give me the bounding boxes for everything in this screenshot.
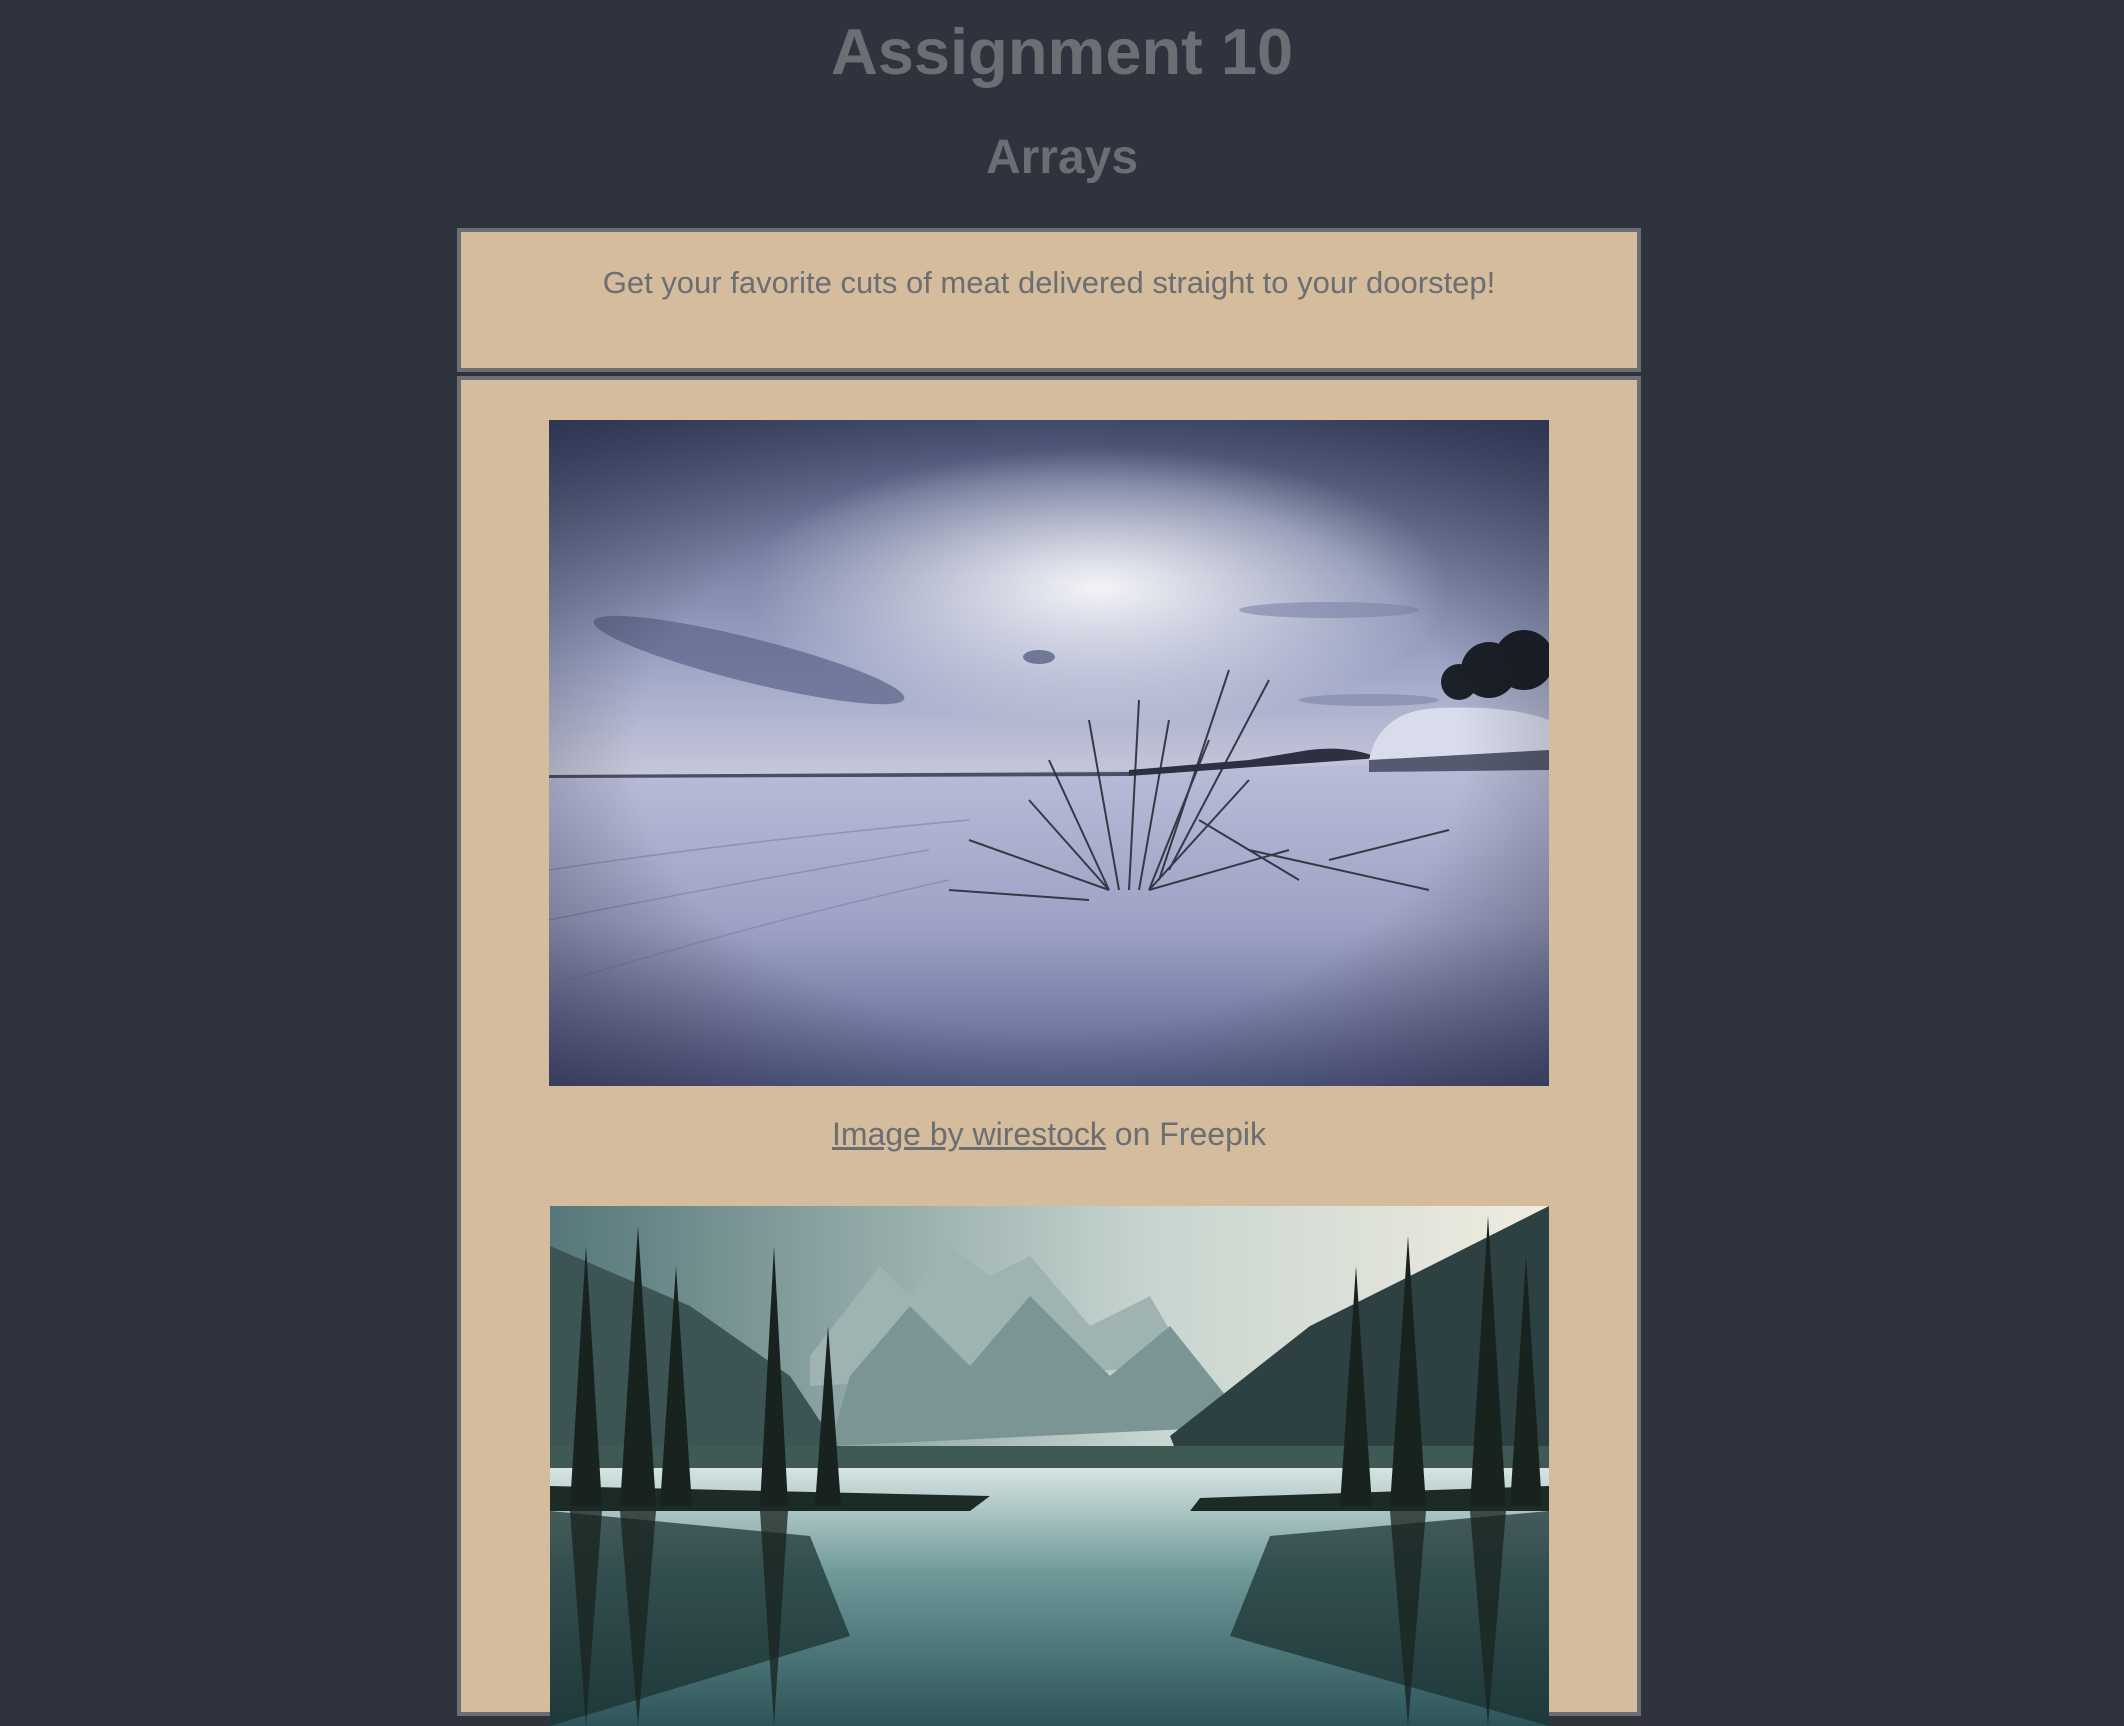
winter-landscape-image [549, 420, 1549, 1086]
promo-banner: Get your favorite cuts of meat delivered… [457, 228, 1641, 372]
image-credit-link[interactable]: Image by wirestock [832, 1116, 1106, 1152]
image-gallery: Image by wirestock on Freepik [457, 376, 1641, 1726]
page-subtitle: Arrays [985, 131, 1139, 184]
mountain-lake-image [550, 1206, 1549, 1726]
image-credit: Image by wirestock on Freepik [461, 1116, 1637, 1153]
banner-text: Get your favorite cuts of meat delivered… [602, 264, 1496, 300]
page-title: Assignment 10 [830, 15, 1294, 88]
image-credit-suffix: on Freepik [1105, 1116, 1266, 1152]
